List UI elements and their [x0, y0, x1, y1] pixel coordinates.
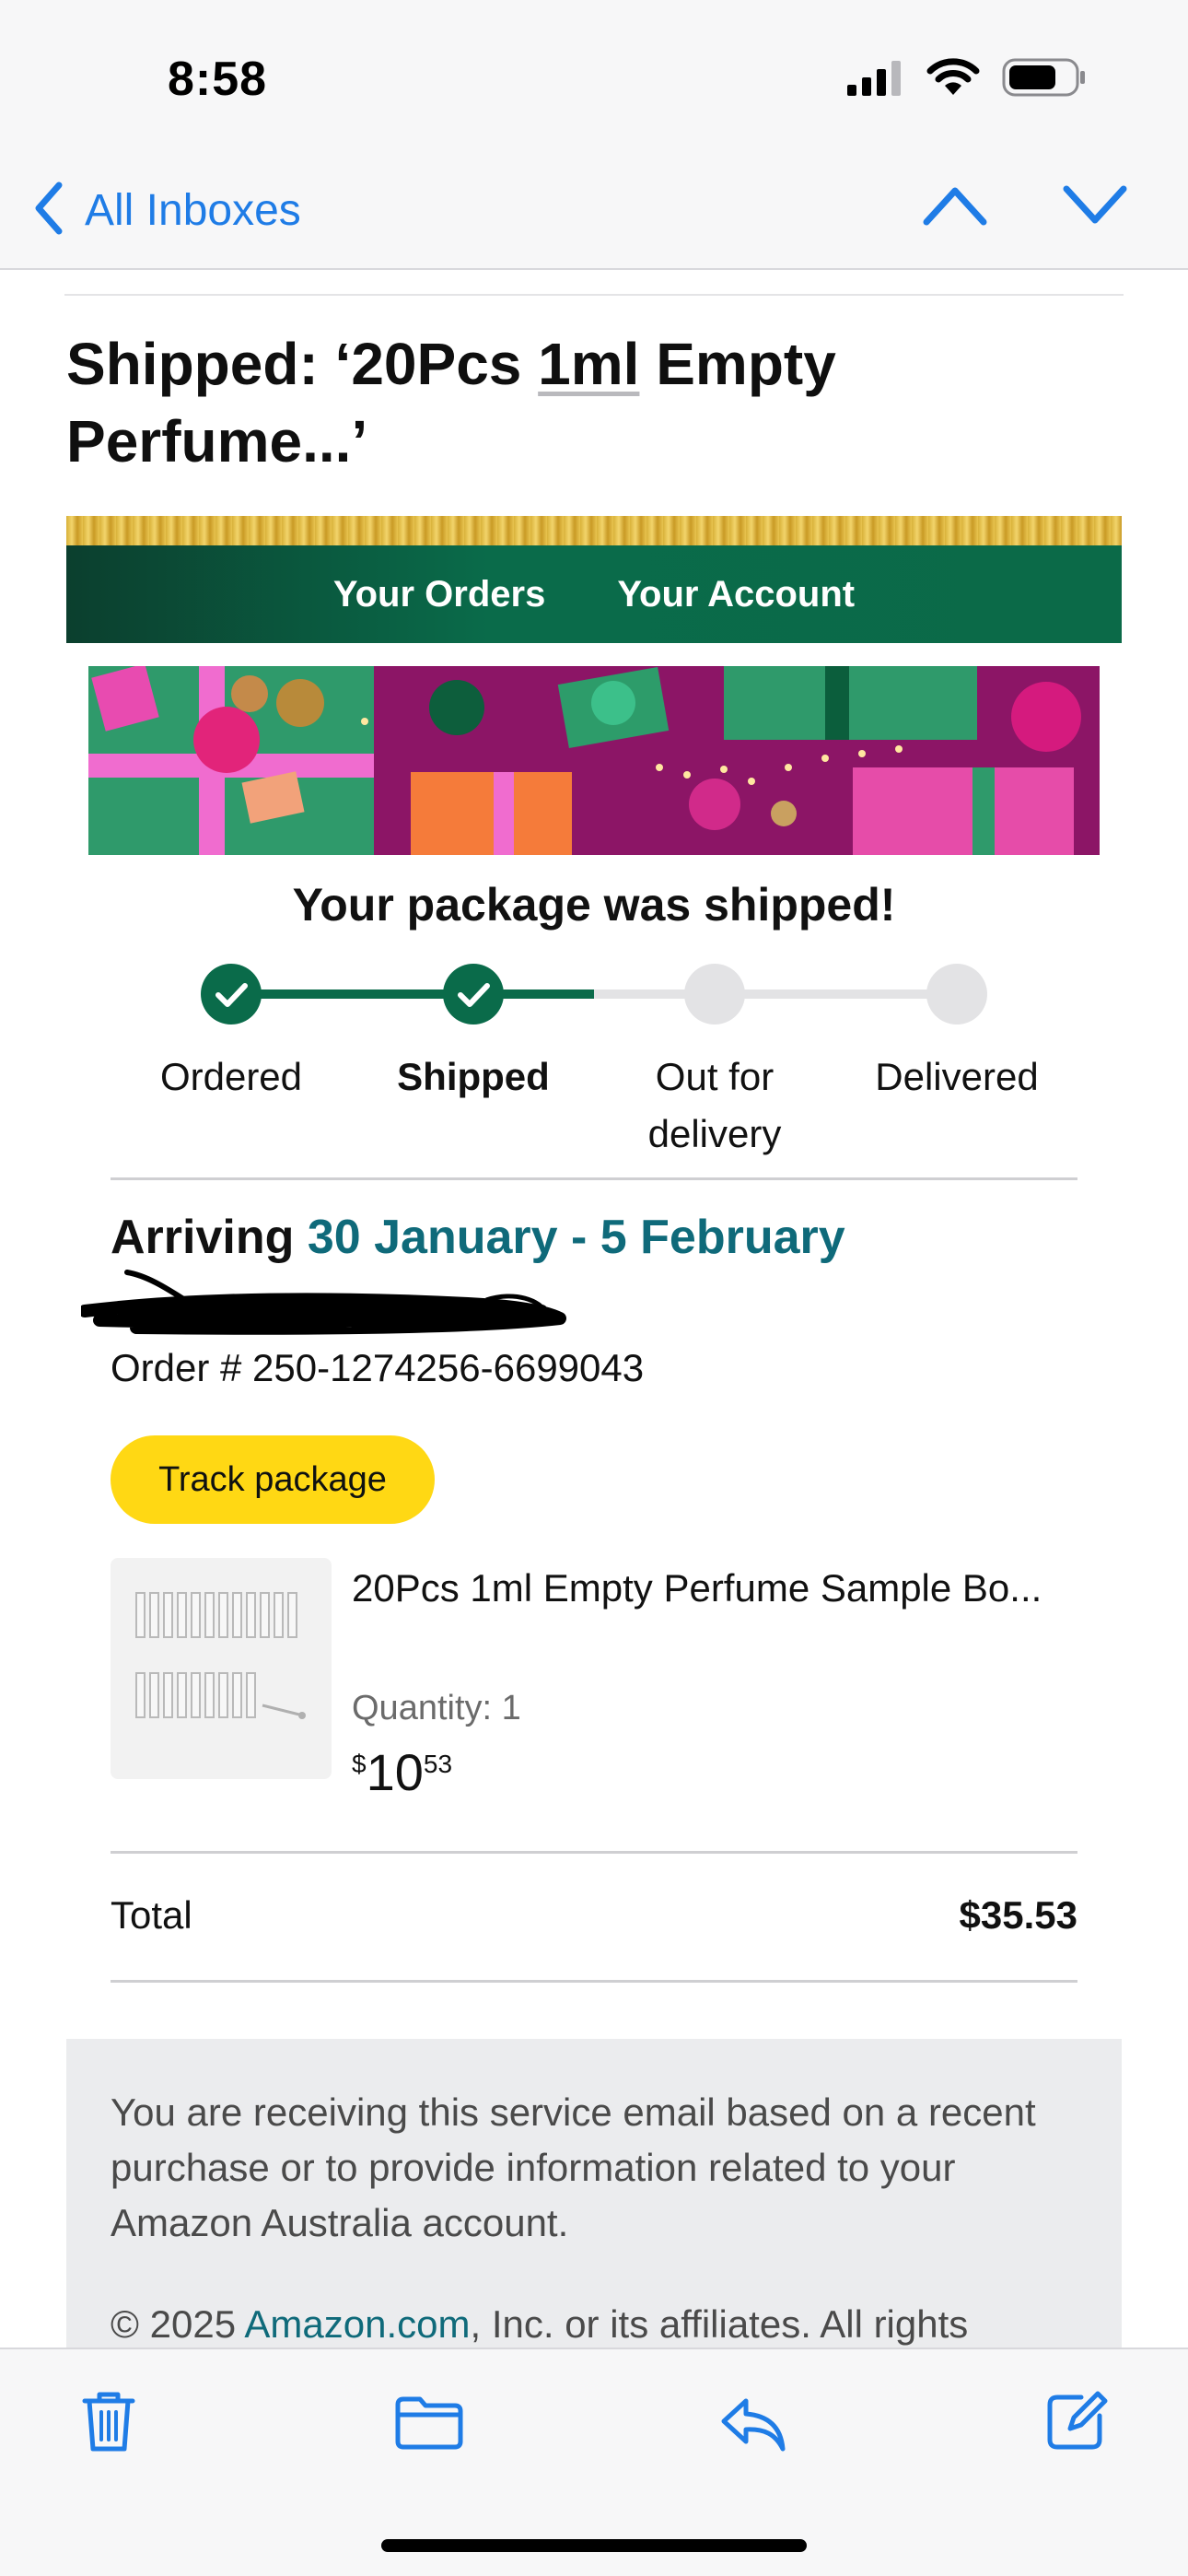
product-thumbnail-image[interactable]	[111, 1558, 332, 1779]
holiday-gifts-banner-image	[88, 666, 1100, 855]
checkmark-icon	[458, 983, 490, 1007]
product-quantity: Quantity: 1	[352, 1689, 521, 1727]
amazon-header-nav: Your Orders Your Account	[66, 545, 1122, 643]
compose-icon[interactable]	[1044, 2388, 1109, 2457]
progress-line-pending-2	[716, 989, 957, 999]
amazon-link[interactable]: Amazon.com	[244, 2302, 470, 2346]
step-delivered-label: Delivered	[875, 1055, 1039, 1098]
cellular-signal-icon	[847, 59, 904, 100]
order-number: Order # 250-1274256-6699043	[111, 1346, 645, 1389]
redaction-scribble	[81, 1270, 566, 1335]
status-time: 8:58	[168, 53, 268, 106]
price-currency: $	[352, 1750, 367, 1778]
arriving-dates: 30 January - 5 February	[307, 1211, 845, 1264]
status-icons	[847, 57, 1087, 101]
step-out-for-delivery-dot	[684, 964, 745, 1025]
email-body[interactable]: Shipped: ‘20Pcs 1ml Empty Perfume...’ Yo…	[0, 270, 1188, 2348]
back-to-all-inboxes-button[interactable]: All Inboxes	[33, 181, 301, 240]
step-delivered-dot	[926, 964, 987, 1025]
price-whole: 10	[366, 1743, 424, 1801]
arrival-estimate: Arriving 30 January - 5 February	[111, 1210, 845, 1265]
divider	[111, 1851, 1077, 1854]
price-fraction: 53	[423, 1750, 453, 1778]
message-navigation	[923, 185, 1127, 230]
step-ordered-dot	[201, 964, 262, 1025]
shipped-heading: Your package was shipped!	[292, 879, 896, 931]
subject-text-underlined: 1ml	[538, 331, 640, 397]
product-price: $1053	[352, 1742, 452, 1802]
product-name-link[interactable]: 20Pcs 1ml Empty Perfume Sample Bo...	[352, 1558, 1052, 1619]
copyright-prefix: © 2025	[111, 2302, 245, 2346]
divider	[111, 1980, 1077, 1983]
total-value: $35.53	[959, 1893, 1077, 1937]
mail-nav-bar: All Inboxes	[0, 161, 1188, 270]
shipment-progress-tracker: Ordered Shipped Out for delivery Deliver…	[0, 956, 1188, 1155]
folder-icon[interactable]	[394, 2395, 464, 2455]
your-orders-link[interactable]: Your Orders	[333, 574, 545, 615]
home-indicator[interactable]	[381, 2539, 807, 2552]
total-label: Total	[111, 1893, 192, 1937]
reply-icon[interactable]	[718, 2395, 788, 2459]
email-subject: Shipped: ‘20Pcs 1ml Empty Perfume...’	[66, 325, 1107, 480]
footer-notice: You are receiving this service email bas…	[111, 2090, 1036, 2244]
gold-glitter-band	[66, 516, 1122, 545]
chevron-up-icon[interactable]	[923, 185, 987, 230]
subject-text-start: Shipped: ‘20Pcs	[66, 331, 539, 397]
status-bar: 8:58	[0, 0, 1188, 161]
chevron-left-icon	[33, 181, 64, 240]
email-footer: You are receiving this service email bas…	[66, 2039, 1122, 2348]
step-out-for-delivery-label: Out for delivery	[647, 1055, 782, 1155]
back-label: All Inboxes	[85, 186, 301, 235]
step-ordered-label: Ordered	[159, 1055, 303, 1098]
wifi-icon	[926, 57, 980, 101]
footer-copyright: © 2025 Amazon.com, Inc. or its affiliate…	[111, 2297, 1087, 2348]
trash-icon[interactable]	[79, 2388, 138, 2459]
step-shipped-dot	[443, 964, 504, 1025]
track-package-button[interactable]: Track package	[111, 1435, 435, 1524]
chevron-down-icon[interactable]	[1063, 185, 1127, 230]
your-account-link[interactable]: Your Account	[617, 574, 855, 615]
divider	[111, 1177, 1077, 1180]
checkmark-icon	[215, 983, 248, 1007]
copyright-suffix: , Inc. or its affiliates. All rights	[470, 2302, 969, 2346]
arriving-label: Arriving	[111, 1211, 295, 1264]
battery-icon	[1002, 57, 1087, 102]
header-divider	[64, 294, 1124, 296]
step-shipped-label: Shipped	[397, 1055, 550, 1098]
progress-line-complete	[231, 989, 474, 999]
